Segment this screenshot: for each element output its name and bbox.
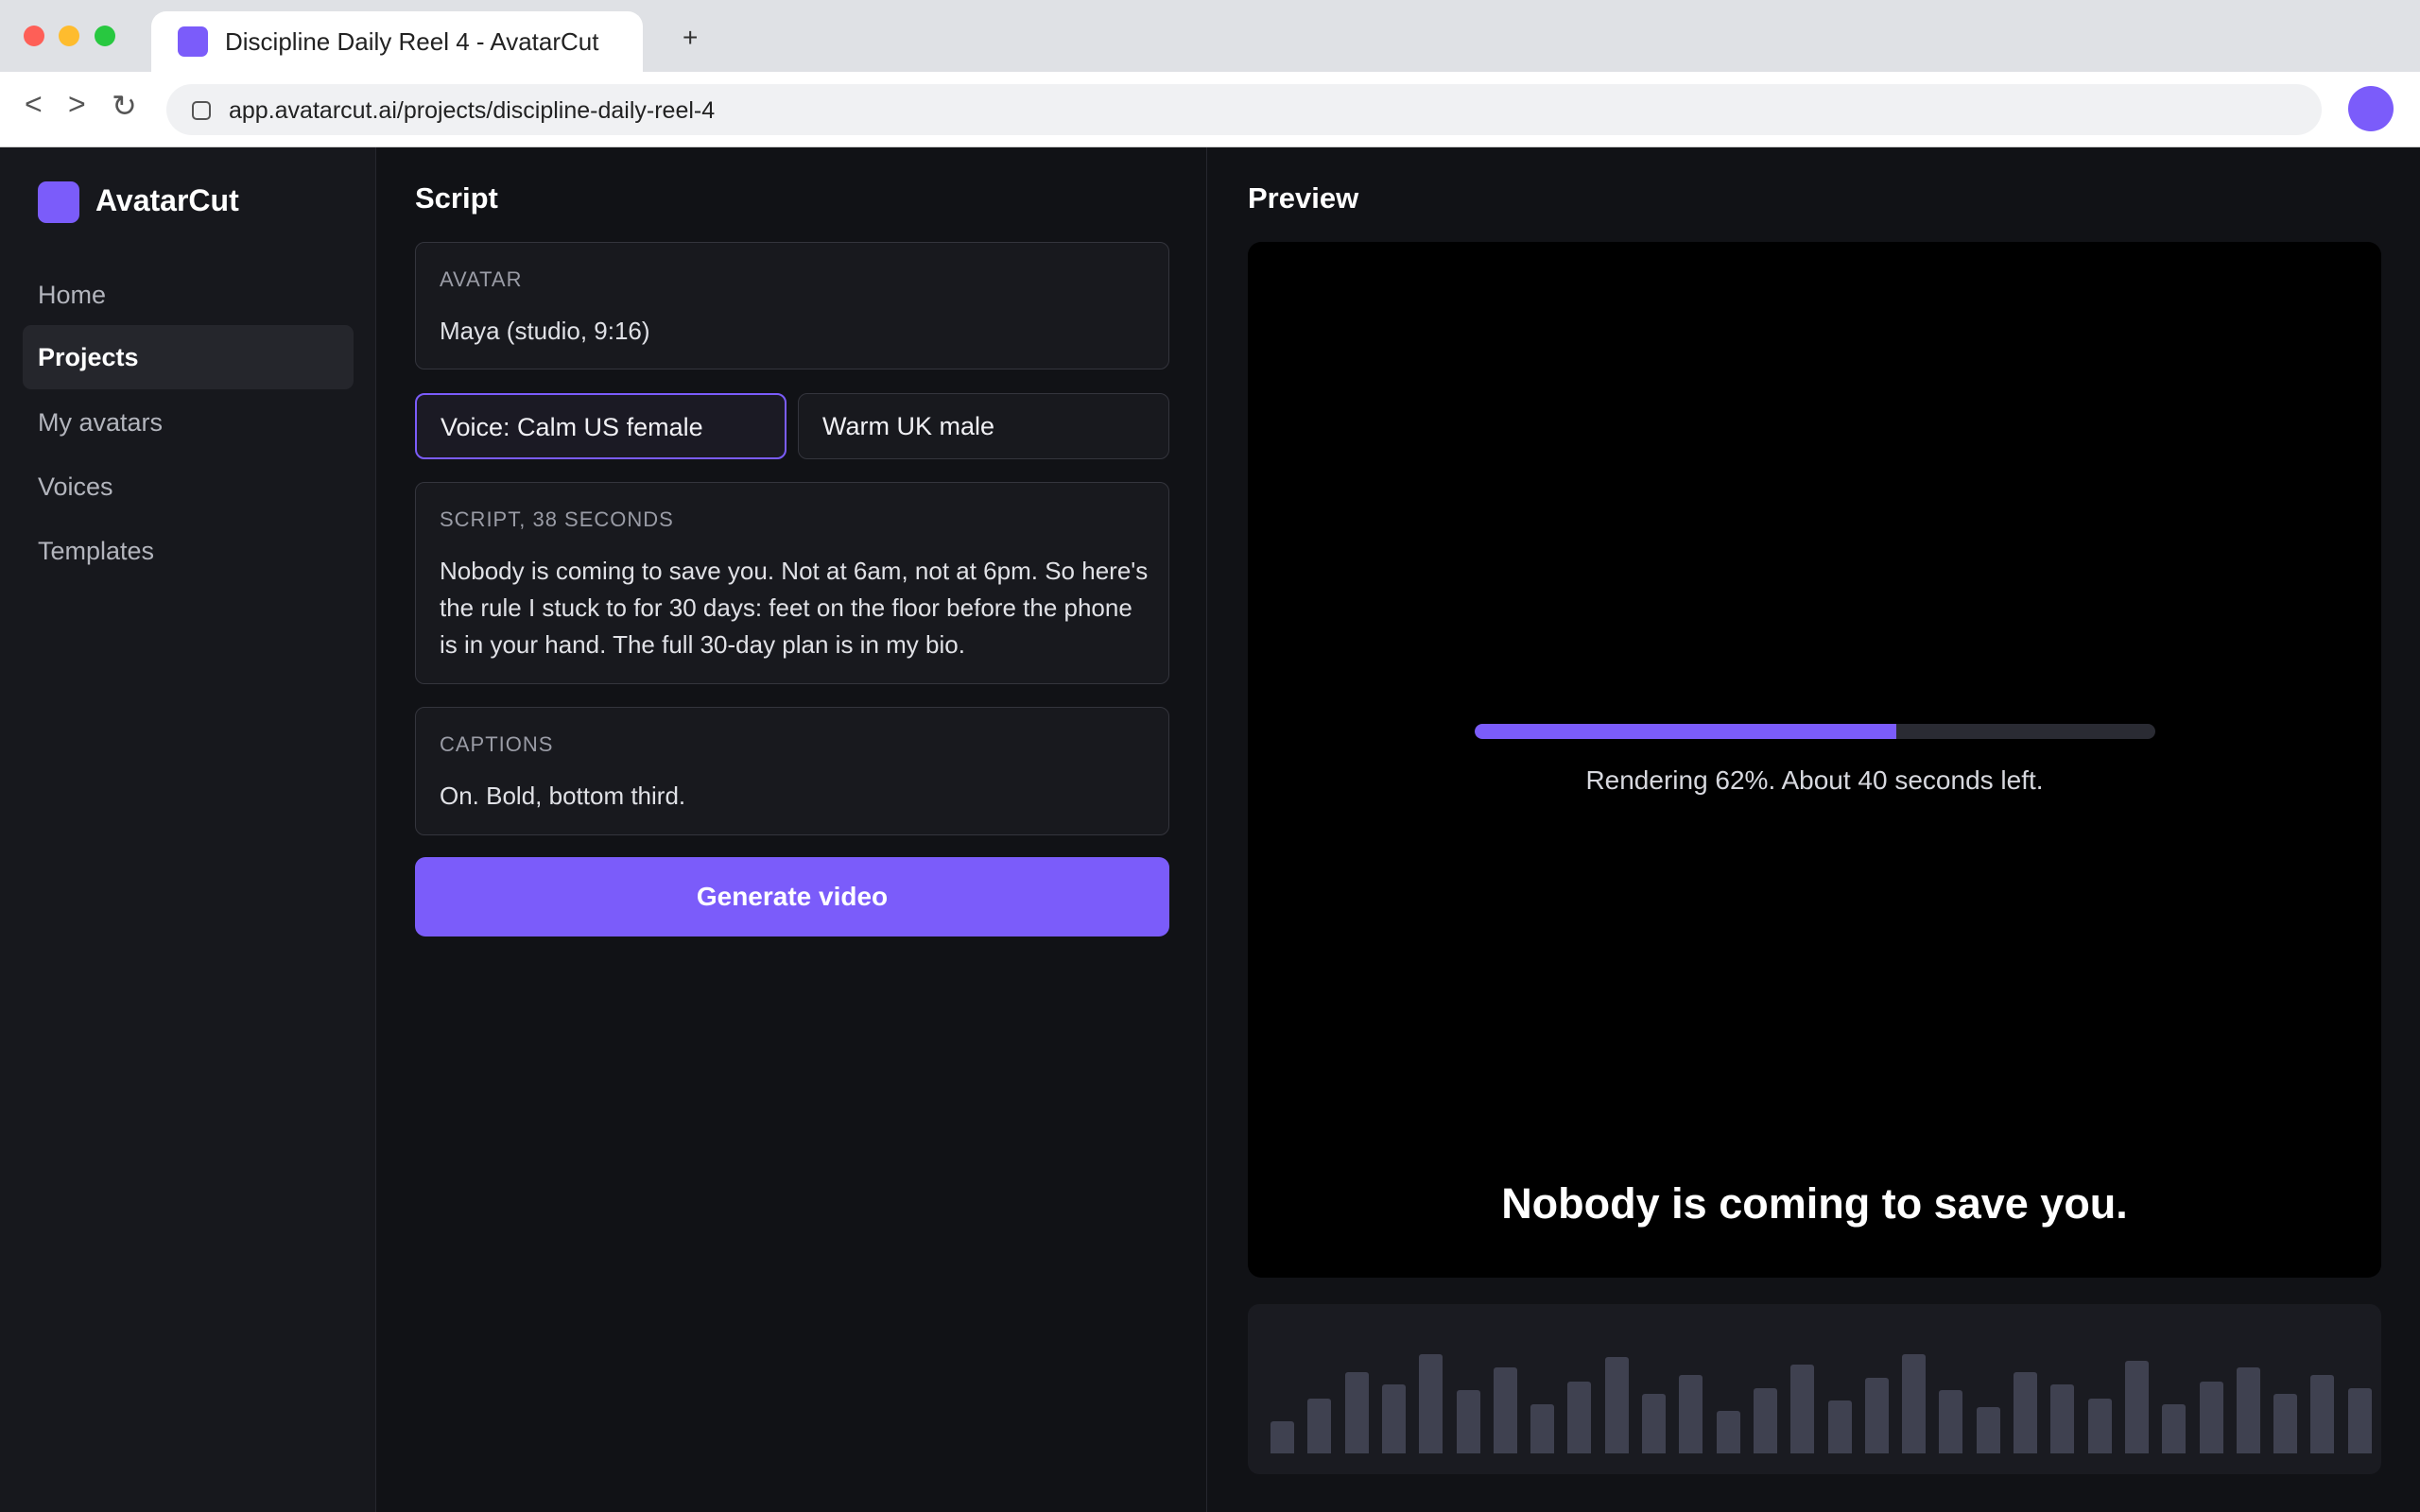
waveform-bar — [1270, 1421, 1294, 1453]
waveform-bar — [2014, 1372, 2037, 1453]
waveform-bar — [1567, 1382, 1592, 1453]
voice-option-warm-uk-male[interactable]: Warm UK male — [798, 393, 1169, 459]
avatar-value: Maya (studio, 9:16) — [440, 317, 650, 345]
address-bar: < > ↻ app.avatarcut.ai/projects/discipli… — [0, 72, 2420, 147]
sidebar-item-label: Home — [38, 281, 107, 309]
sidebar-item-label: Voices — [38, 472, 113, 501]
preview-panel-title: Preview — [1248, 181, 1359, 215]
waveform-bar — [1642, 1394, 1666, 1453]
waveform-bar — [2310, 1375, 2335, 1453]
avatarcut-logo-icon — [38, 181, 79, 223]
script-text: Nobody is coming to save you. Not at 6am… — [440, 557, 1149, 659]
brand-name: AvatarCut — [95, 183, 239, 217]
render-status-text: Rendering 62%. About 40 seconds left. — [1585, 765, 2044, 795]
waveform-bar — [2347, 1388, 2372, 1453]
waveform-bar — [2273, 1394, 2298, 1453]
waveform-bar — [2199, 1382, 2223, 1453]
avatar-select[interactable]: AVATAR Maya (studio, 9:16) — [415, 242, 1169, 369]
render-progress-fill — [1475, 724, 1897, 739]
sidebar-item-my-avatars[interactable]: My avatars — [23, 390, 354, 455]
waveform-bar — [1790, 1365, 1815, 1453]
window-maximize-button[interactable] — [95, 26, 115, 46]
window-minimize-button[interactable] — [59, 26, 79, 46]
waveform-bar — [1530, 1404, 1555, 1453]
avatarcut-favicon-icon — [178, 26, 208, 57]
preview-panel: Preview Rendering 62%. About 40 seconds … — [1208, 147, 2420, 1512]
back-button[interactable]: < — [25, 89, 43, 119]
browser-tab-active[interactable]: Discipline Daily Reel 4 - AvatarCut — [151, 11, 643, 72]
site-info-icon[interactable] — [192, 101, 211, 120]
sidebar-item-projects[interactable]: Projects — [23, 325, 354, 389]
waveform-bar — [1493, 1367, 1517, 1453]
captions-label: CAPTIONS — [440, 732, 554, 756]
waveform-bar — [1716, 1411, 1740, 1453]
render-progress-bar — [1475, 724, 2155, 739]
sidebar-item-voices[interactable]: Voices — [23, 455, 354, 519]
captions-value: On. Bold, bottom third. — [440, 782, 686, 810]
waveform-bar — [1307, 1399, 1332, 1453]
sidebar-item-label: Templates — [38, 537, 155, 565]
avatar-label: AVATAR — [440, 267, 523, 291]
sidebar-item-label: My avatars — [38, 408, 164, 437]
waveform-bar — [2087, 1399, 2112, 1453]
waveform-bar — [2050, 1384, 2075, 1453]
waveform-bar — [1381, 1384, 1406, 1453]
waveform-bar — [1344, 1372, 1369, 1453]
url-field[interactable]: app.avatarcut.ai/projects/discipline-dai… — [166, 84, 2322, 135]
sidebar: AvatarCut Home Projects My avatars Voice… — [0, 147, 376, 1512]
waveform-bar — [1976, 1407, 2000, 1453]
waveform-bar — [2124, 1361, 2149, 1453]
audio-waveform[interactable] — [1248, 1304, 2381, 1474]
tab-title: Discipline Daily Reel 4 - AvatarCut — [225, 27, 599, 56]
script-textarea[interactable]: SCRIPT, 38 SECONDS Nobody is coming to s… — [415, 482, 1169, 684]
waveform-bar — [2236, 1367, 2260, 1453]
browser-tab-strip: Discipline Daily Reel 4 - AvatarCut + — [0, 0, 2420, 72]
waveform-bar — [1827, 1400, 1852, 1453]
url-text: app.avatarcut.ai/projects/discipline-dai… — [229, 97, 716, 124]
generate-video-button[interactable]: Generate video — [415, 857, 1169, 936]
window-close-button[interactable] — [24, 26, 44, 46]
caption-overlay: Nobody is coming to save you. — [1501, 1179, 2128, 1228]
video-preview[interactable]: Rendering 62%. About 40 seconds left. No… — [1248, 242, 2381, 1278]
waveform-bar — [1679, 1375, 1703, 1453]
sidebar-item-label: Projects — [38, 343, 139, 371]
sidebar-item-home[interactable]: Home — [23, 263, 354, 327]
waveform-bar — [2162, 1404, 2187, 1453]
waveform-bar — [1456, 1390, 1480, 1453]
forward-button[interactable]: > — [68, 89, 86, 119]
waveform-bar — [1753, 1388, 1777, 1453]
waveform-bar — [1939, 1390, 1963, 1453]
waveform-bar — [1864, 1378, 1889, 1453]
script-label: SCRIPT, 38 SECONDS — [440, 507, 674, 531]
voice-option-calm-us-female[interactable]: Voice: Calm US female — [415, 393, 786, 459]
new-tab-button[interactable]: + — [683, 25, 698, 51]
captions-setting[interactable]: CAPTIONS On. Bold, bottom third. — [415, 707, 1169, 835]
reload-button[interactable]: ↻ — [112, 91, 137, 121]
waveform-bar — [1419, 1354, 1443, 1453]
waveform-bar — [1902, 1354, 1927, 1453]
waveform-bar — [1604, 1357, 1629, 1453]
script-panel-title: Script — [415, 181, 498, 215]
script-panel: Script AVATAR Maya (studio, 9:16) Voice:… — [377, 147, 1207, 1512]
sidebar-item-templates[interactable]: Templates — [23, 519, 354, 583]
profile-avatar[interactable] — [2348, 86, 2394, 131]
